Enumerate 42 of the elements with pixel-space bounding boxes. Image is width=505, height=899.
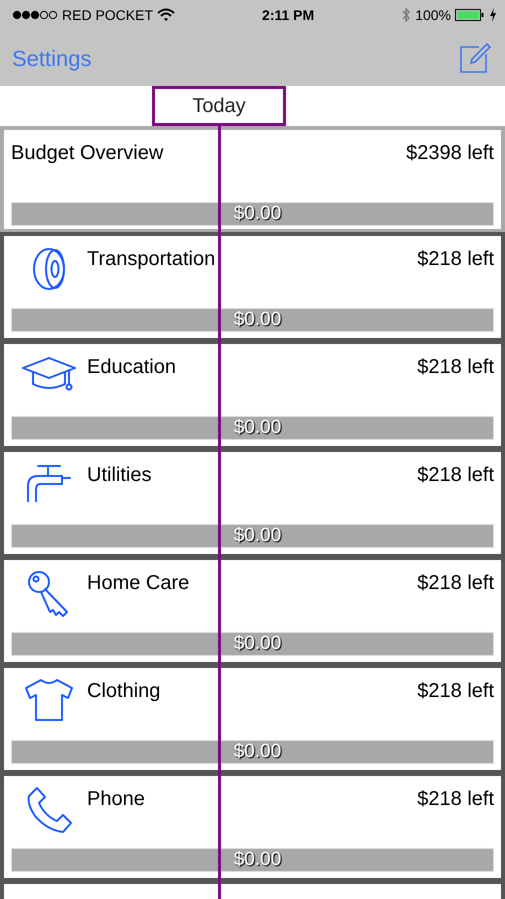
category-name: Utilities <box>87 463 152 488</box>
overview-title: Budget Overview <box>11 141 164 166</box>
compose-icon[interactable] <box>459 42 491 74</box>
spent-amount: $0.00 <box>234 524 282 548</box>
remaining-amount: $218 left <box>417 787 494 812</box>
category-name: Phone <box>87 787 146 812</box>
category-card[interactable]: Utilities $218 left $0.00 <box>4 452 501 554</box>
spent-amount: $0.00 <box>234 416 282 440</box>
phone-icon <box>25 786 73 834</box>
overview-card[interactable]: Budget Overview $2398 left $0.00 <box>4 130 501 229</box>
category-name: Clothing <box>87 679 162 704</box>
signal-icon <box>12 9 58 21</box>
category-card[interactable]: Home Care $218 left $0.00 <box>4 560 501 662</box>
category-name: Education <box>87 355 177 380</box>
remaining-amount: $218 left <box>417 247 494 272</box>
spent-amount: $0.00 <box>234 202 282 226</box>
category-card[interactable]: Transportation $218 left $0.00 <box>4 236 501 338</box>
remaining-amount: $218 left <box>417 463 494 488</box>
carrier-name: RED POCKET <box>62 6 154 24</box>
bluetooth-icon <box>401 7 412 23</box>
status-time: 2:11 PM <box>262 6 314 24</box>
battery-percent: 100% <box>415 6 451 24</box>
spent-amount: $0.00 <box>234 308 282 332</box>
spent-amount: $0.00 <box>234 632 282 656</box>
shirt-icon <box>24 678 74 722</box>
category-name: Transportation <box>87 247 216 272</box>
spent-amount: $0.00 <box>234 848 282 872</box>
remaining-amount: $218 left <box>417 355 494 380</box>
remaining-amount: $218 left <box>417 571 494 596</box>
wifi-icon <box>157 8 176 22</box>
category-card[interactable]: Phone $218 left $0.00 <box>4 776 501 878</box>
today-marker: Today <box>152 86 286 126</box>
category-card[interactable]: Education $218 left $0.00 <box>4 344 501 446</box>
faucet-icon <box>24 462 74 502</box>
charging-icon <box>489 8 497 22</box>
category-card[interactable]: Clothing $218 left $0.00 <box>4 668 501 770</box>
remaining-amount: $2398 left <box>406 141 494 166</box>
spent-amount: $0.00 <box>234 740 282 764</box>
key-icon <box>27 570 71 620</box>
remaining-amount: $218 left <box>417 679 494 704</box>
category-name: Home Care <box>87 571 190 596</box>
battery-icon <box>455 8 485 22</box>
